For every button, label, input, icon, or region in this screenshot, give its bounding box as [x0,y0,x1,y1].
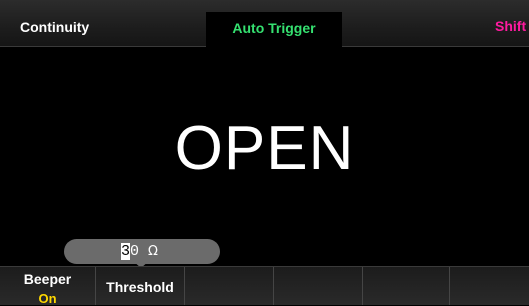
threshold-digits: 0 [130,243,140,260]
softkey-3[interactable] [185,267,274,305]
main-reading: OPEN [174,114,355,183]
softkey-label: Threshold [106,279,174,295]
softkey-threshold[interactable]: Threshold [96,267,185,305]
softkey-bar: Beeper On Threshold [0,266,529,306]
softkey-6[interactable] [450,267,529,305]
trigger-label: Auto Trigger [232,20,316,36]
softkey-beeper[interactable]: Beeper On [0,267,96,306]
ohm-unit: Ω [148,244,158,259]
edit-cursor-digit[interactable]: 3 [121,243,131,260]
softkey-5[interactable] [363,267,450,305]
threshold-value[interactable]: 30 [121,243,139,260]
softkey-label: Beeper [23,271,72,287]
measurement-mode-label: Continuity [20,19,90,35]
status-bar: Continuity Auto Trigger Shift [0,0,529,47]
softkey-4[interactable] [274,267,363,305]
shift-indicator: Shift [495,18,527,34]
trigger-indicator: Auto Trigger [206,12,342,47]
